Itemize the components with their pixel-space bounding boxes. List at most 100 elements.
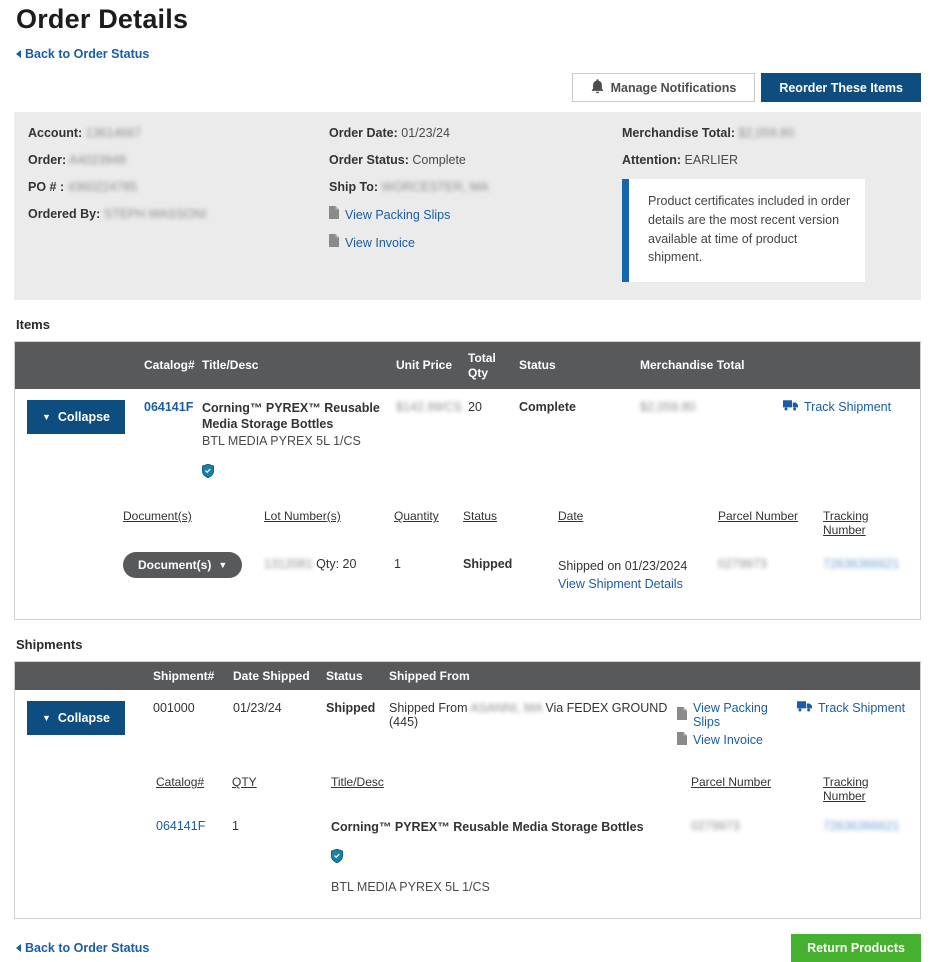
view-shipment-details-link[interactable]: View Shipment Details — [558, 577, 683, 591]
ship-detail-catalog-link[interactable]: 064141F — [156, 819, 205, 833]
attention-value: EARLIER — [685, 153, 739, 167]
order-info-col-1: Account: 13614667 Order: A4023948 PO # :… — [28, 125, 329, 282]
detail-header-quantity: Quantity — [394, 509, 463, 537]
item-status: Complete — [519, 400, 640, 414]
ship-detail-title: Corning™ PYREX™ Reusable Media Storage B… — [331, 819, 691, 835]
ship-to-value: WORCESTER, MA — [382, 180, 489, 194]
items-section-title: Items — [16, 317, 921, 332]
shipments-section-title: Shipments — [16, 637, 921, 652]
document-icon — [677, 707, 687, 723]
reorder-these-items-button[interactable]: Reorder These Items — [761, 73, 921, 102]
ship-detail-parcel: 0279973 — [691, 819, 740, 833]
order-status-label: Order Status: — [329, 153, 409, 167]
order-details-page: Order Details Back to Order Status Manag… — [0, 0, 935, 962]
back-arrow-icon — [16, 50, 21, 58]
shipments-table-header: Shipment# Date Shipped Status Shipped Fr… — [15, 662, 920, 690]
ship-detail-header-parcel: Parcel Number — [691, 775, 823, 803]
document-icon — [677, 732, 687, 748]
ship-detail-desc: BTL MEDIA PYREX 5L 1/CS — [331, 879, 691, 897]
ship-header-shipment: Shipment# — [153, 669, 233, 684]
order-date-label: Order Date: — [329, 126, 398, 140]
ship-header-status: Status — [326, 669, 389, 684]
order-info-col-3: Merchandise Total: $2,059.80 Attention: … — [622, 125, 907, 282]
detail-header-documents: Document(s) — [123, 509, 264, 537]
items-detail-headers: Document(s) Lot Number(s) Quantity Statu… — [123, 509, 908, 537]
merchandise-total-value: $2,059.80 — [738, 126, 794, 140]
ship-detail-header-qty: QTY — [232, 775, 331, 803]
merchandise-total-label: Merchandise Total: — [622, 126, 735, 140]
lot-number-value: 1312081 — [264, 557, 313, 571]
shipments-collapse-button[interactable]: ▼ Collapse — [27, 701, 125, 735]
detail-header-status: Status — [463, 509, 558, 537]
bell-icon — [591, 79, 604, 97]
order-date-value: 01/23/24 — [401, 126, 450, 140]
item-track-shipment-link[interactable]: Track Shipment — [804, 400, 891, 414]
back-arrow-icon — [16, 944, 21, 952]
item-catalog-link[interactable]: 064141F — [144, 400, 193, 414]
items-table-row: ▼ Collapse 064141F Corning™ PYREX™ Reusa… — [15, 389, 920, 487]
truck-icon — [797, 701, 812, 715]
order-status-value: Complete — [412, 153, 466, 167]
return-products-button[interactable]: Return Products — [791, 934, 921, 962]
document-icon — [329, 206, 339, 224]
items-header-merch-total: Merchandise Total — [640, 358, 783, 373]
shipment-shipped-from: Shipped From ASANNI, MA Via FEDEX GROUND… — [389, 701, 677, 729]
ordered-by-value: STEPH MASSONI — [104, 207, 207, 221]
ship-detail-qty: 1 — [232, 819, 331, 833]
order-label: Order: — [28, 153, 66, 167]
order-info-col-2: Order Date: 01/23/24 Order Status: Compl… — [329, 125, 622, 282]
chevron-down-icon: ▼ — [42, 714, 51, 723]
item-merch-total: $2,059.80 — [640, 400, 696, 414]
order-info-panel: Account: 13614667 Order: A4023948 PO # :… — [14, 112, 921, 300]
chevron-down-icon: ▼ — [218, 561, 227, 570]
documents-dropdown-button[interactable]: Document(s) ▼ — [123, 552, 242, 578]
shipment-status: Shipped — [326, 701, 389, 715]
detail-tracking-value: 72636366621 — [823, 557, 899, 571]
manage-notifications-button[interactable]: Manage Notifications — [572, 73, 756, 102]
footer-actions: Back to Order Status Return Products — [14, 934, 921, 962]
item-total-qty: 20 — [468, 400, 519, 414]
detail-header-date: Date — [558, 509, 718, 537]
shipment-view-invoice-link[interactable]: View Invoice — [693, 733, 763, 747]
detail-header-tracking: Tracking Number — [823, 509, 908, 537]
items-collapse-button[interactable]: ▼ Collapse — [27, 400, 125, 434]
shield-badge-icon — [202, 464, 214, 481]
detail-header-parcel: Parcel Number — [718, 509, 823, 537]
items-detail-row: Document(s) ▼ 1312081 Qty: 20 1 Shipped … — [123, 552, 908, 593]
ship-detail-header-title: Title/Desc — [331, 775, 691, 803]
order-value: A4023948 — [69, 153, 126, 167]
account-value: 13614667 — [86, 126, 142, 140]
view-packing-slips-link[interactable]: View Packing Slips — [345, 208, 450, 222]
document-icon — [329, 234, 339, 252]
header-actions: Manage Notifications Reorder These Items — [14, 73, 921, 102]
item-desc: BTL MEDIA PYREX 5L 1/CS — [202, 433, 382, 451]
back-to-order-status-link-top[interactable]: Back to Order Status — [16, 47, 149, 61]
ship-header-date-shipped: Date Shipped — [233, 669, 326, 684]
detail-quantity-value: 1 — [394, 552, 463, 571]
ship-detail-tracking: 72636366621 — [823, 819, 899, 833]
shipments-detail-headers: Catalog# QTY Title/Desc Parcel Number Tr… — [156, 775, 908, 803]
page-title: Order Details — [16, 4, 921, 35]
items-table: Catalog# Title/Desc Unit Price Total Qty… — [14, 341, 921, 620]
shipments-detail-section: Catalog# QTY Title/Desc Parcel Number Tr… — [15, 758, 920, 918]
back-to-order-status-link-bottom[interactable]: Back to Order Status — [16, 941, 149, 955]
shipment-track-shipment-link[interactable]: Track Shipment — [818, 701, 905, 715]
item-unit-price: $142.99/CS — [396, 400, 462, 414]
attention-label: Attention: — [622, 153, 681, 167]
detail-parcel-value: 0279973 — [718, 557, 767, 571]
detail-date-text: Shipped on 01/23/2024 — [558, 557, 718, 575]
po-value: 4360224785 — [68, 180, 138, 194]
items-header-total-qty: Total Qty — [468, 351, 519, 381]
lot-qty: Qty: 20 — [316, 557, 356, 571]
shipments-table: Shipment# Date Shipped Status Shipped Fr… — [14, 661, 921, 919]
items-detail-section: Document(s) Lot Number(s) Quantity Statu… — [15, 487, 920, 619]
shipment-view-packing-slips-link[interactable]: View Packing Slips — [693, 701, 797, 729]
items-header-unit-price: Unit Price — [396, 358, 468, 373]
detail-status-value: Shipped — [463, 552, 558, 571]
items-header-catalog: Catalog# — [144, 358, 202, 373]
po-label: PO # : — [28, 180, 64, 194]
truck-icon — [783, 400, 798, 414]
ship-detail-header-catalog: Catalog# — [156, 775, 232, 803]
view-invoice-link[interactable]: View Invoice — [345, 236, 415, 250]
ship-to-label: Ship To: — [329, 180, 378, 194]
